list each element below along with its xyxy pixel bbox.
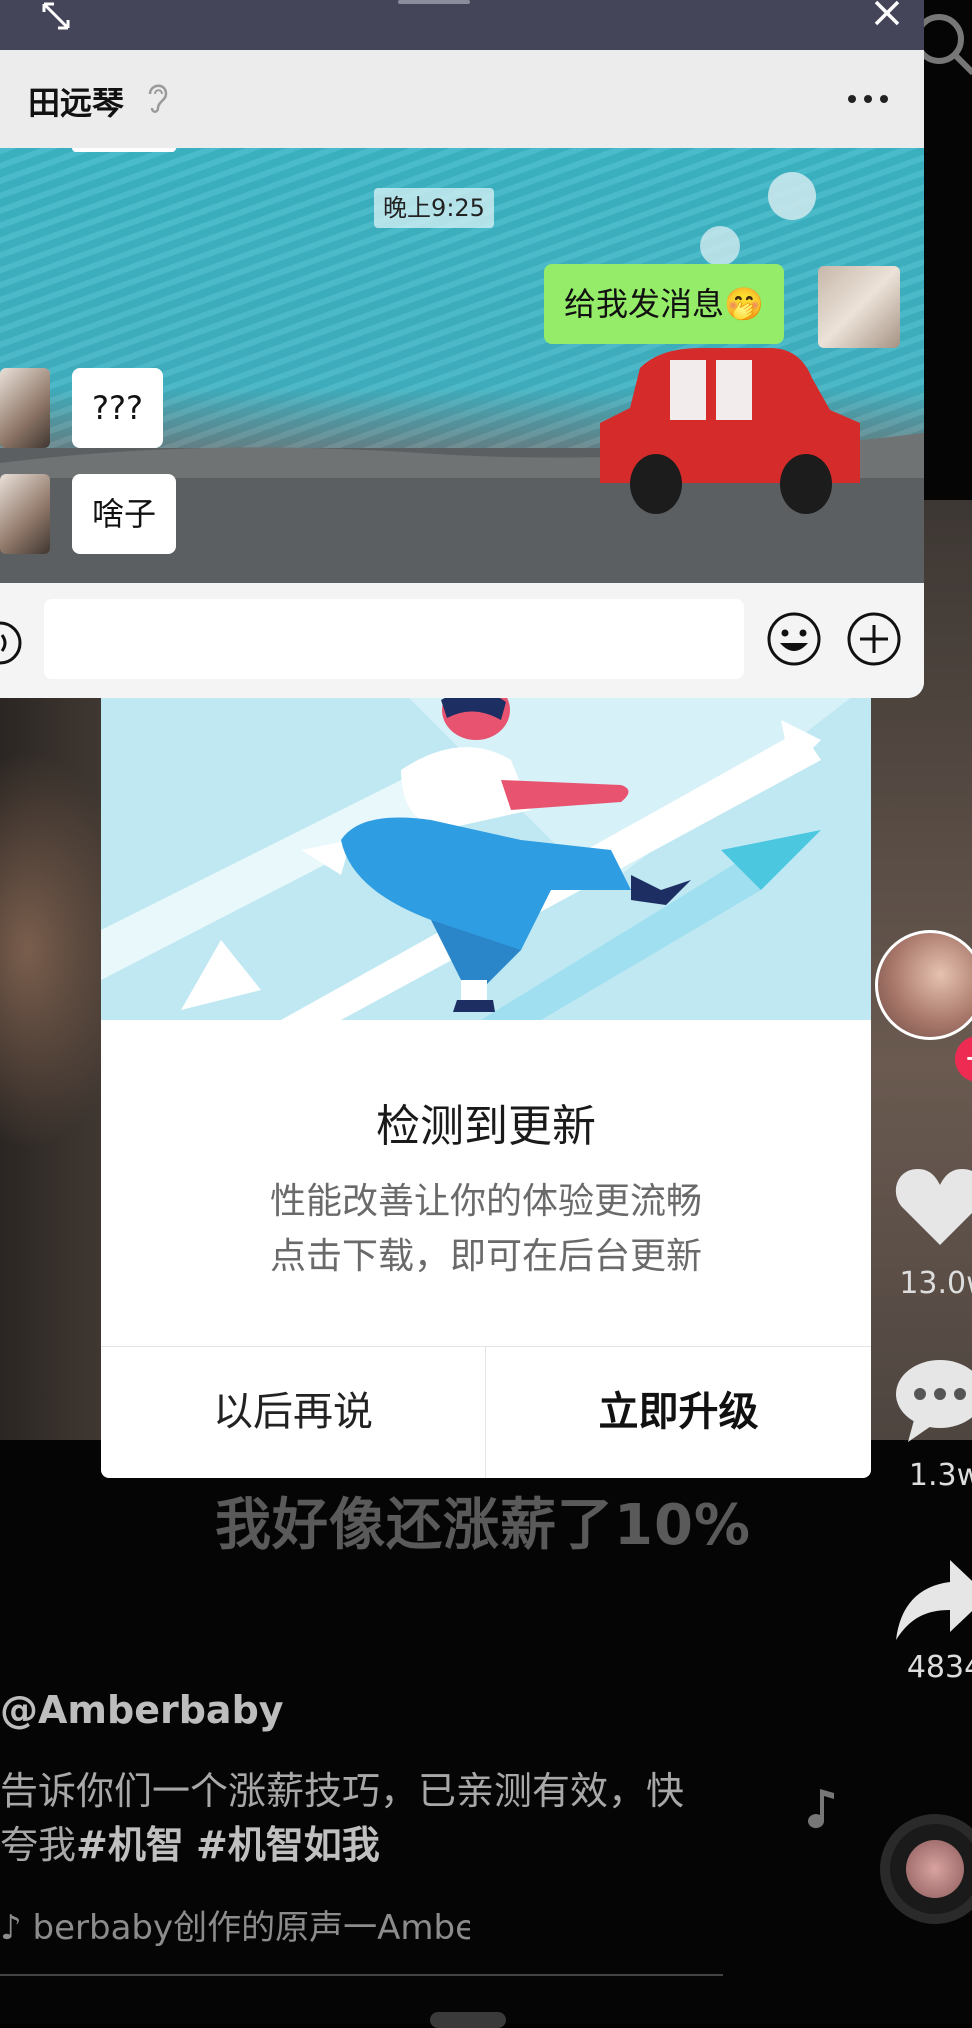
video-description: 告诉你们一个涨薪技巧，已亲测有效，快 — [0, 1769, 685, 1813]
chat-input-bar — [0, 583, 924, 698]
description-prefix: 夸我 — [0, 1823, 77, 1867]
expand-icon[interactable] — [40, 2, 74, 32]
incoming-message[interactable]: ??? — [72, 368, 163, 448]
close-icon[interactable] — [872, 0, 902, 30]
video-description-line2: 夸我#机智 #机智如我 — [0, 1814, 380, 1869]
later-button[interactable]: 以后再说 — [101, 1347, 485, 1478]
voice-icon[interactable] — [0, 619, 24, 667]
comment-icon[interactable] — [890, 1350, 972, 1450]
music-note-icon — [808, 1789, 834, 1829]
update-dialog: 检测到更新 性能改善让你的体验更流畅 点击下载，即可在后台更新 以后再说 立即升… — [101, 690, 871, 1478]
contact-name[interactable]: 田远琴 — [28, 78, 124, 124]
add-icon[interactable] — [846, 611, 902, 667]
music-title[interactable]: ♪ berbaby创作的原声一Amber — [0, 1900, 470, 1949]
home-indicator — [430, 2012, 506, 2028]
dialog-message-line1: 性能改善让你的体验更流畅 — [269, 1181, 702, 1222]
previous-message-edge — [72, 148, 176, 152]
share-icon[interactable] — [890, 1550, 972, 1650]
floating-chat-window: 田远琴 晚上9:25 给我发消息🤭 ??? 啥子 — [0, 0, 924, 698]
comment-count: 1.3w — [908, 1458, 972, 1493]
hashtag-link[interactable]: #机智如我 — [196, 1823, 380, 1867]
progress-line — [0, 1974, 723, 1976]
chat-header: 田远琴 — [0, 50, 924, 148]
like-icon[interactable] — [890, 1150, 972, 1260]
share-count: 4834 — [906, 1650, 972, 1685]
message-timestamp: 晚上9:25 — [374, 188, 494, 228]
music-note-small-icon — [780, 1705, 850, 1755]
author-name[interactable]: @Amberbaby — [0, 1688, 284, 1732]
chat-message-area[interactable]: 晚上9:25 给我发消息🤭 ??? 啥子 — [0, 148, 924, 583]
like-count: 13.0w — [899, 1266, 972, 1301]
update-illustration — [101, 690, 871, 1020]
message-input[interactable] — [44, 599, 744, 679]
hashtag-link[interactable]: #机智 — [76, 1823, 184, 1867]
emoji-icon[interactable] — [766, 611, 822, 667]
ear-icon — [148, 84, 168, 113]
contact-avatar[interactable] — [0, 474, 50, 554]
upgrade-now-button[interactable]: 立即升级 — [486, 1347, 871, 1478]
dialog-message-line2: 点击下载，即可在后台更新 — [269, 1236, 702, 1277]
outgoing-message[interactable]: 给我发消息🤭 — [544, 264, 784, 344]
window-titlebar[interactable] — [0, 0, 924, 50]
incoming-message[interactable]: 啥子 — [72, 474, 177, 554]
video-subtitle: 我好像还涨薪了10% — [215, 1493, 752, 1558]
dialog-title: 检测到更新 — [376, 1101, 596, 1152]
my-avatar[interactable] — [818, 266, 900, 348]
drag-handle[interactable] — [398, 0, 470, 4]
more-icon[interactable] — [846, 86, 890, 112]
contact-avatar[interactable] — [0, 368, 50, 448]
